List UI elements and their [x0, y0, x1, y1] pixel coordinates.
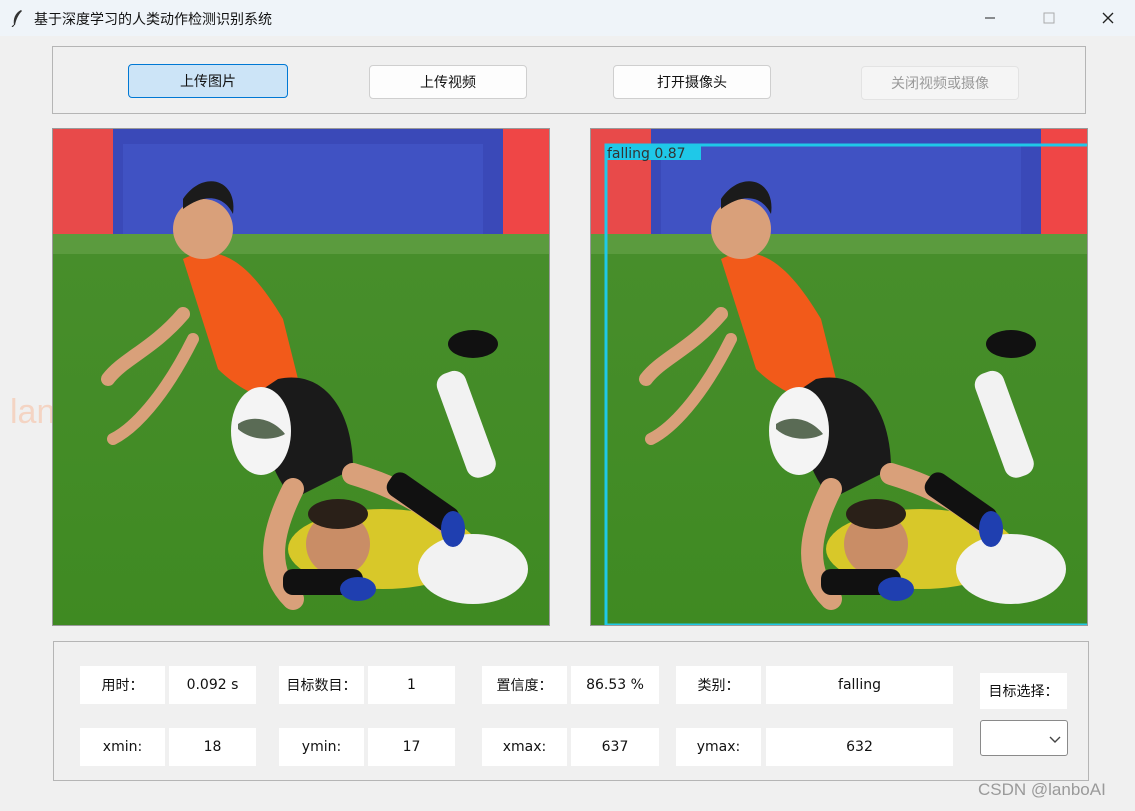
window-title: 基于深度学习的人类动作检测识别系统: [34, 12, 272, 28]
maximize-button[interactable]: [1026, 0, 1072, 36]
minimize-button[interactable]: [967, 0, 1013, 36]
ymax-value: 632: [766, 728, 953, 766]
minimize-icon: [985, 17, 995, 19]
close-video-button[interactable]: 关闭视频或摄像: [861, 66, 1019, 100]
ymin-value: 17: [368, 728, 455, 766]
confidence-label: 置信度：: [482, 666, 567, 704]
confidence-value: 86.53 %: [571, 666, 659, 704]
close-button[interactable]: [1085, 0, 1131, 36]
ymax-label: ymax:: [676, 728, 761, 766]
upload-image-button[interactable]: 上传图片: [128, 64, 288, 98]
feather-icon: [11, 10, 22, 27]
target-select-label: 目标选择：: [980, 673, 1067, 709]
time-value: 0.092 s: [169, 666, 256, 704]
xmax-value: 637: [571, 728, 659, 766]
xmax-label: xmax:: [482, 728, 567, 766]
result-image-panel: falling 0.87: [590, 128, 1088, 626]
class-value: falling: [766, 666, 953, 704]
ymin-label: ymin:: [279, 728, 364, 766]
upload-video-button[interactable]: 上传视频: [369, 65, 527, 99]
xmin-value: 18: [169, 728, 256, 766]
csdn-credit: CSDN @lanboAI: [978, 780, 1106, 799]
open-camera-button[interactable]: 打开摄像头: [613, 65, 771, 99]
maximize-icon: [1043, 12, 1055, 24]
class-label: 类别：: [676, 666, 761, 704]
result-image: falling 0.87: [591, 129, 1087, 625]
count-value: 1: [368, 666, 455, 704]
target-select[interactable]: [980, 720, 1068, 756]
xmin-label: xmin:: [80, 728, 165, 766]
original-image-panel: [52, 128, 550, 626]
close-icon: [1102, 12, 1114, 24]
count-label: 目标数目：: [279, 666, 364, 704]
original-image: [53, 129, 549, 625]
time-label: 用时：: [80, 666, 165, 704]
detection-label: falling 0.87: [607, 146, 686, 162]
chevron-down-icon: [1049, 736, 1061, 743]
title-bar: 基于深度学习的人类动作检测识别系统: [0, 0, 1135, 36]
